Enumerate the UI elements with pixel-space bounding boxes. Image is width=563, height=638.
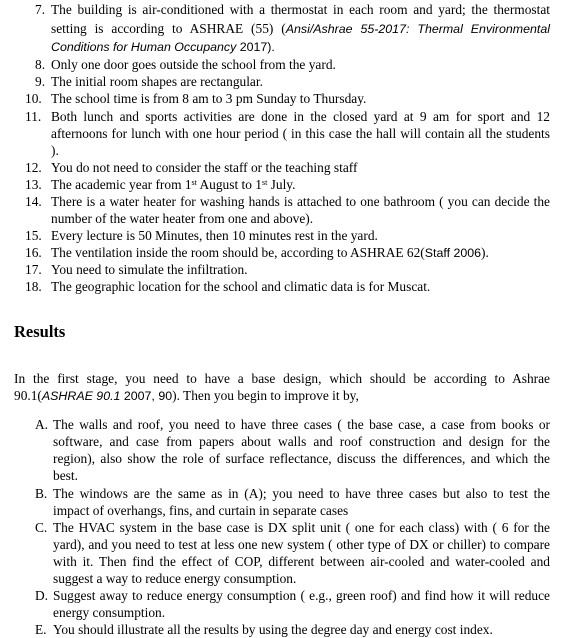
list-number: 12. [25, 160, 42, 175]
list-text: The academic year from 1st August to 1st… [51, 176, 550, 193]
citation: Staff 2006 [424, 246, 482, 260]
list-number: 16. [25, 245, 42, 260]
paragraph-text: In the first stage, you need to have a b… [14, 371, 550, 386]
citation-year: 2017). [236, 40, 275, 54]
list-text: Both lunch and sports activities are don… [51, 109, 550, 124]
text-run: ). Then you begin to improve it by, [172, 388, 359, 403]
list-text: Every lecture is 50 Minutes, then 10 min… [51, 228, 378, 243]
list-text: The initial room shapes are rectangular. [51, 74, 263, 89]
list-letter: A. [35, 417, 49, 432]
list-text: afternoons for lunch with one hour perio… [51, 126, 550, 141]
list-text: The school time is from 8 am to 3 pm Sun… [51, 91, 367, 106]
list-text: Only one door goes outside the school fr… [51, 57, 336, 72]
list-text: You should illustrate all the results by… [53, 622, 493, 637]
paragraph-text: 90.1(ASHRAE 90.1 2007, 90). Then you beg… [14, 387, 550, 405]
list-text: The walls and roof, you need to have thr… [53, 417, 550, 432]
superscript: st [261, 178, 268, 187]
text-run: setting is according to ASHRAE (55) ( [51, 21, 286, 36]
citation: 2007, 90 [120, 389, 173, 403]
list-text: impact of overhangs, fins, and curtain i… [53, 503, 349, 518]
citation: Ansi/Ashrae 55-2017: Thermal Environment… [285, 22, 550, 36]
text-run: The ventilation inside the room should b… [51, 245, 425, 260]
list-number: 18. [25, 279, 42, 294]
citation: Conditions for Human Occupancy [51, 40, 237, 54]
list-text: region), also show the role of surface r… [53, 451, 550, 466]
list-text: Suggest away to reduce energy consumptio… [53, 588, 550, 603]
list-text: suggest a way to reduce energy consumpti… [53, 571, 297, 586]
list-letter: C. [35, 520, 48, 535]
list-text: best. [53, 468, 78, 483]
text-run: ). [481, 245, 489, 260]
list-number: 15. [25, 228, 42, 243]
list-text: There is a water heater for washing hand… [51, 194, 550, 209]
list-text: ). [51, 143, 59, 158]
list-letter: B. [35, 486, 48, 501]
list-text: The building is air-conditioned with a t… [51, 2, 550, 17]
list-letter: E. [35, 622, 47, 637]
text-run: August to 1 [196, 177, 262, 192]
text-run: 90.1( [14, 388, 42, 403]
list-text: setting is according to ASHRAE (55) (Ans… [51, 20, 550, 38]
list-number: 11. [25, 109, 42, 124]
list-number: 10. [25, 91, 42, 106]
list-text: The ventilation inside the room should b… [51, 244, 550, 262]
list-text: You need to simulate the infiltration. [51, 262, 248, 277]
citation: ASHRAE 90.1 [41, 389, 121, 403]
list-number: 7. [35, 2, 46, 17]
list-text: The HVAC system in the base case is DX s… [53, 520, 550, 535]
list-text: with it. Then find the effect of COP, di… [53, 554, 550, 569]
list-text: energy consumption. [53, 605, 166, 620]
superscript: st [191, 178, 197, 187]
list-text: You do not need to consider the staff or… [51, 160, 358, 175]
list-number: 9. [35, 74, 46, 89]
list-text: The windows are the same as in (A); you … [53, 486, 550, 501]
text-run: July. [267, 177, 296, 192]
list-text: Conditions for Human Occupancy 2017). [51, 38, 550, 56]
list-number: 13. [25, 177, 42, 192]
list-letter: D. [35, 588, 49, 603]
section-heading-results: Results [14, 322, 66, 341]
list-number: 17. [25, 262, 42, 277]
list-number: 14. [25, 194, 42, 209]
list-number: 8. [35, 57, 46, 72]
text-run: The academic year from 1 [51, 177, 192, 192]
list-text: yard), and you need to test at less one … [53, 537, 550, 552]
list-text: software, and case from papers about wal… [53, 434, 550, 449]
list-text: number of the water heater from one and … [51, 211, 314, 226]
list-text: The geographic location for the school a… [51, 279, 431, 294]
